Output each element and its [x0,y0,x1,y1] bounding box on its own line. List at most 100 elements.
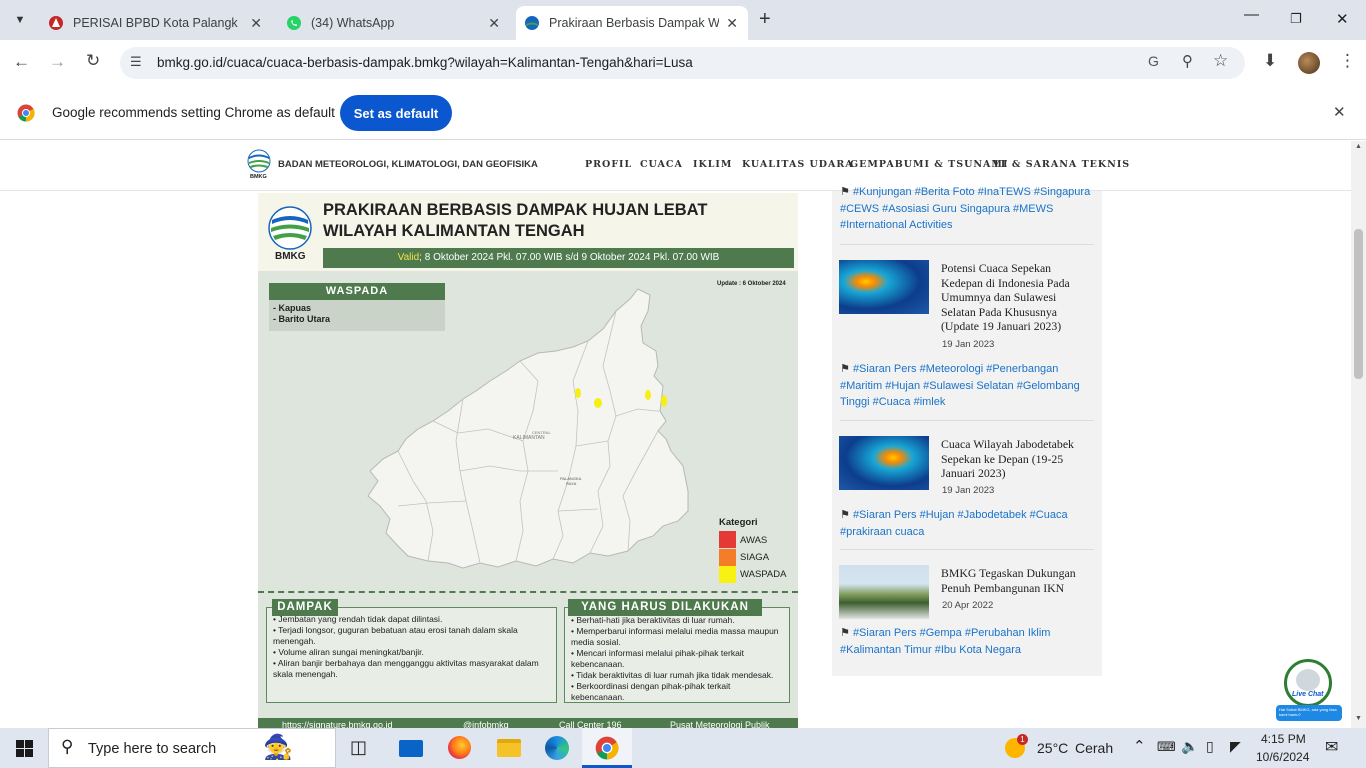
tray-chevron-up-icon[interactable]: ⌃ [1133,737,1146,755]
wifi-icon[interactable]: ◤ [1230,738,1241,755]
default-browser-infobar: Google recommends setting Chrome as defa… [0,86,1366,140]
tag-list[interactable]: ⚑ #Siaran Pers #Hujan #Jabodetabek #Cuac… [840,507,1096,540]
article-date: 19 Jan 2023 [942,485,994,496]
tag-list[interactable]: ⚑ #Siaran Pers #Meteorologi #Penerbangan… [840,361,1096,411]
nav-it-sarana[interactable]: IT & SARANA TEKNIS [994,159,1130,170]
reload-icon[interactable]: ↻ [86,51,100,71]
dampak-item: • Terjadi longsor, guguran bebatuan atau… [273,625,550,647]
translate-icon[interactable]: G [1148,53,1159,69]
forward-icon[interactable]: → [49,52,66,72]
scroll-up-icon[interactable]: ▲ [1355,143,1362,150]
profile-avatar[interactable] [1298,52,1320,74]
tags-text[interactable]: #Siaran Pers #Meteorologi #Penerbangan #… [840,363,1080,408]
infobar-text: Google recommends setting Chrome as defa… [52,105,335,120]
footer-center: Pusat Meteorologi Publik [670,720,770,728]
search-highlight-icon[interactable]: 🧙 [263,733,293,762]
nav-iklim[interactable]: IKLIM [693,159,732,170]
close-tab-icon[interactable]: ✕ [250,15,262,32]
close-tab-icon[interactable]: ✕ [726,15,738,32]
tag-icon: ⚑ [840,627,850,639]
restore-icon[interactable]: ❐ [1290,11,1302,27]
bookmark-star-icon[interactable]: ☆ [1213,51,1228,71]
web-page: BMKG BADAN METEOROLOGI, KLIMATOLOGI, DAN… [0,141,1351,728]
emblem-label: BMKG [275,251,306,262]
valid-text: ; 8 Oktober 2024 Pkl. 07.00 WIB s/d 9 Ok… [419,252,719,263]
mail-icon[interactable] [399,740,423,757]
dampak-box: • Jembatan yang rendah tidak dapat dilin… [266,607,557,703]
battery-icon[interactable]: ▯ [1206,738,1214,755]
divider [840,420,1094,421]
tab-search-button[interactable]: ▼ [8,9,32,31]
firefox-icon[interactable] [448,736,471,759]
dashed-divider [258,591,798,593]
tab-whatsapp[interactable]: (34) WhatsApp ✕ [278,6,510,40]
article-thumbnail[interactable] [839,565,929,619]
tag-list[interactable]: ⚑ #Kunjungan #Berita Foto #InaTEWS #Sing… [840,184,1096,234]
live-chat-label: Live Chat [1292,691,1324,698]
nav-profil[interactable]: PROFIL [585,159,632,170]
site-navbar: BMKG BADAN METEOROLOGI, KLIMATOLOGI, DAN… [0,141,1351,191]
taskbar-search-box[interactable]: ⚲ Type here to search 🧙 [48,728,336,768]
weather-text[interactable]: Cerah [1075,740,1113,756]
address-bar[interactable]: ☰ bmkg.go.id/cuaca/cuaca-berbasis-dampak… [120,47,1245,79]
close-window-icon[interactable]: ✕ [1336,10,1349,28]
article-date: 20 Apr 2022 [942,600,993,611]
weather-temp[interactable]: 25°C [1037,740,1068,756]
notification-icon[interactable]: ✉ [1325,737,1338,757]
valid-label: Valid [398,252,420,263]
dampak-item: • Volume aliran sungai meningkat/banjir. [273,647,550,658]
tags-text[interactable]: #Kunjungan #Berita Foto #InaTEWS #Singap… [840,186,1090,231]
task-view-icon[interactable]: ◫ [350,737,367,758]
nav-kualitas-udara[interactable]: KUALITAS UDARA [742,159,854,170]
volume-icon[interactable]: 🔈 [1181,738,1198,755]
close-tab-icon[interactable]: ✕ [488,15,500,32]
article-title[interactable]: BMKG Tegaskan Dukungan Penuh Pembangunan… [941,566,1086,595]
legend-title: Kategori [719,517,758,528]
keyboard-icon[interactable]: ⌨ [1157,739,1176,755]
set-default-button[interactable]: Set as default [340,95,452,131]
bmkg-emblem [268,206,312,250]
url-text[interactable]: bmkg.go.id/cuaca/cuaca-berbasis-dampak.b… [157,55,693,70]
close-infobar-icon[interactable]: ✕ [1333,103,1346,121]
related-news-sidebar: ⚑ #Kunjungan #Berita Foto #InaTEWS #Sing… [832,191,1102,676]
search-placeholder: Type here to search [88,741,216,757]
divider [840,244,1094,245]
tab-strip: ▼ PERISAI BPBD Kota Palangka Raya ✕ (34)… [0,0,1366,40]
tab-title: (34) WhatsApp [311,16,476,30]
minimize-icon[interactable]: — [1244,6,1259,23]
windows-start-icon[interactable] [16,740,33,757]
zoom-icon[interactable]: ⚲ [1182,52,1193,70]
scroll-down-icon[interactable]: ▼ [1355,715,1362,722]
download-icon[interactable]: ⬇ [1263,51,1277,71]
edge-icon[interactable] [545,736,569,760]
tag-list[interactable]: ⚑ #Siaran Pers #Gempa #Perubahan Iklim #… [840,625,1096,658]
site-info-icon[interactable]: ☰ [130,54,142,70]
back-icon[interactable]: ← [13,52,30,72]
org-name[interactable]: BADAN METEOROLOGI, KLIMATOLOGI, DAN GEOF… [278,159,538,170]
new-tab-button[interactable]: + [759,8,771,31]
infographic-title-1: PRAKIRAAN BERBASIS DAMPAK HUJAN LEBAT [323,201,707,220]
todo-item: • Tidak beraktivitas di luar rumah jika … [571,670,783,681]
clock-date[interactable]: 10/6/2024 [1256,750,1309,764]
footer-website: https://signature.bmkg.go.id [282,720,393,728]
article-thumbnail[interactable] [839,260,929,314]
clock-time[interactable]: 4:15 PM [1261,732,1306,746]
tab-bmkg[interactable]: Prakiraan Berbasis Dampak Wilayah ✕ [516,6,748,40]
page-scrollbar[interactable]: ▲ ▼ [1351,141,1366,728]
menu-dots-icon[interactable]: ⋮ [1339,51,1356,71]
tab-perisai[interactable]: PERISAI BPBD Kota Palangka Raya ✕ [40,6,272,40]
article-title[interactable]: Cuaca Wilayah Jabodetabek Sepekan ke Dep… [941,437,1086,481]
article-title[interactable]: Potensi Cuaca Sepekan Kedepan di Indones… [941,261,1086,334]
tags-text[interactable]: #Siaran Pers #Gempa #Perubahan Iklim #Ka… [840,627,1050,656]
scroll-thumb[interactable] [1354,229,1363,379]
todo-item: • Mencari informasi melalui pihak-pihak … [571,648,783,670]
nav-cuaca[interactable]: CUACA [640,159,683,170]
live-chat-widget[interactable]: Live Chat Hai Sobat BMKG, ada yang bisa … [1276,659,1342,723]
divider [840,549,1094,550]
todo-box: • Berhati-hati jika beraktivitas di luar… [564,607,790,703]
file-explorer-icon[interactable] [497,739,521,757]
article-thumbnail[interactable] [839,436,929,490]
chrome-taskbar-item[interactable] [582,728,632,768]
tags-text[interactable]: #Siaran Pers #Hujan #Jabodetabek #Cuaca … [840,509,1068,538]
nav-gempabumi[interactable]: GEMPABUMI & TSUNAMI [850,159,1008,170]
